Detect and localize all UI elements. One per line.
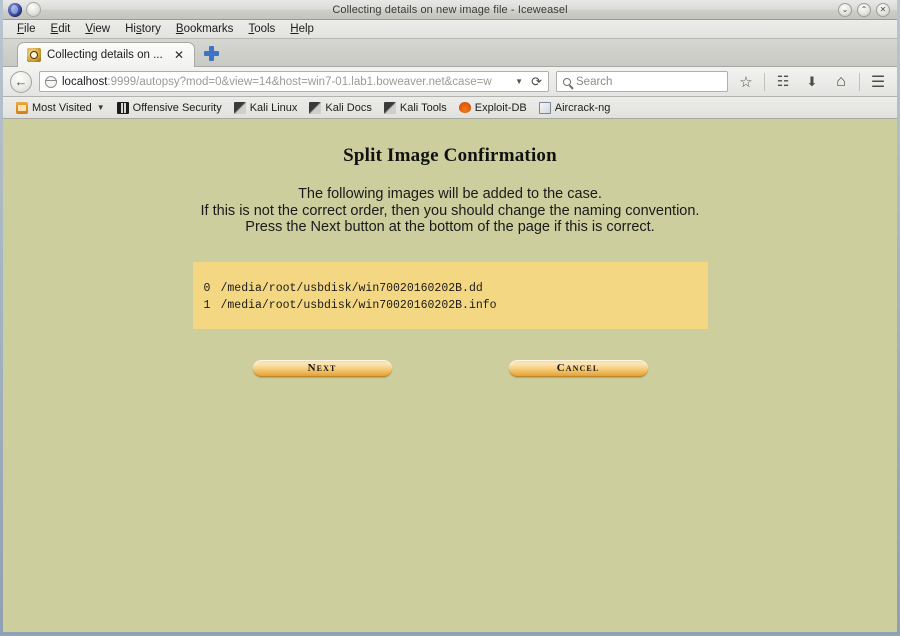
instructions-line-1: The following images will be added to th… bbox=[298, 186, 602, 202]
maximize-icon[interactable]: ⌃ bbox=[857, 2, 871, 17]
file-path: /media/root/usbdisk/win70020160202B.info bbox=[220, 298, 497, 312]
list-item: 0 /media/root/usbdisk/win70020160202B.dd bbox=[193, 281, 708, 298]
tab-close-icon[interactable]: ✕ bbox=[172, 49, 186, 61]
dragon-icon bbox=[116, 101, 129, 114]
menu-edit[interactable]: Edit bbox=[44, 22, 79, 36]
page-title: Split Image Confirmation bbox=[343, 145, 557, 166]
menu-file-key: F bbox=[17, 23, 25, 35]
bookmark-star-icon[interactable]: ☆ bbox=[735, 71, 757, 93]
search-input[interactable]: Search bbox=[576, 76, 612, 88]
window-title: Collecting details on new image file - I… bbox=[332, 3, 568, 16]
back-button[interactable]: ← bbox=[10, 70, 32, 93]
flame-icon bbox=[458, 102, 471, 113]
next-button[interactable]: Next bbox=[252, 359, 392, 377]
menu-bookmarks-key: B bbox=[175, 23, 184, 35]
bookmark-label: Aircrack-ng bbox=[554, 101, 611, 114]
file-index: 0 bbox=[203, 281, 211, 295]
bookmark-label: Offensive Security bbox=[132, 101, 222, 114]
instructions-line-3: Press the Next button at the bottom of t… bbox=[245, 219, 655, 235]
split-image-file-list: 0 /media/root/usbdisk/win70020160202B.dd… bbox=[192, 261, 708, 329]
file-path: /media/root/usbdisk/win70020160202B.dd bbox=[220, 281, 483, 295]
bookmark-label: Exploit-DB bbox=[474, 101, 527, 114]
chevron-down-icon[interactable]: ▼ bbox=[97, 103, 105, 112]
bookmark-aircrack-ng[interactable]: Aircrack-ng bbox=[534, 101, 616, 115]
navigation-toolbar: ← localhost:9999/autopsy?mod=0&view=14&h… bbox=[3, 67, 897, 97]
reload-icon[interactable]: ⟳ bbox=[529, 74, 544, 90]
menu-file[interactable]: File bbox=[10, 22, 44, 36]
autopsy-page: Split Image Confirmation The following i… bbox=[3, 119, 897, 377]
wrench-icon bbox=[383, 101, 396, 114]
bookmark-kali-linux[interactable]: Kali Linux bbox=[229, 101, 303, 115]
menu-help-post: elp bbox=[298, 23, 314, 35]
instructions-line-2: If this is not the correct order, then y… bbox=[200, 202, 700, 219]
minimize-icon[interactable]: ⌄ bbox=[838, 2, 852, 17]
page-viewport: Split Image Confirmation The following i… bbox=[3, 119, 897, 632]
search-icon bbox=[563, 77, 571, 86]
hamburger-menu-icon[interactable]: ☰ bbox=[867, 71, 889, 93]
tab-collecting-details[interactable]: Collecting details on ... ✕ bbox=[17, 42, 195, 67]
wrench-icon bbox=[233, 101, 246, 114]
menu-edit-post: dit bbox=[58, 23, 71, 35]
menu-history[interactable]: History bbox=[118, 22, 169, 36]
url-rest: :9999/autopsy?mod=0&view=14&host=win7-01… bbox=[107, 75, 492, 88]
menu-file-post: ile bbox=[24, 23, 36, 35]
bookmark-offensive-security[interactable]: Offensive Security bbox=[112, 101, 227, 115]
file-index: 1 bbox=[203, 298, 211, 312]
window-controls: ⌄ ⌃ ✕ bbox=[838, 2, 897, 17]
bookmark-label: Kali Docs bbox=[325, 101, 372, 114]
menu-help-key: H bbox=[290, 23, 299, 35]
bookmark-exploit-db[interactable]: Exploit-DB bbox=[454, 101, 532, 115]
library-icon[interactable]: ☷ bbox=[772, 71, 794, 93]
close-icon[interactable]: ✕ bbox=[876, 2, 890, 17]
browser-window: Collecting details on new image file - I… bbox=[0, 0, 900, 635]
bookmark-label: Kali Tools bbox=[399, 101, 447, 114]
site-info-icon[interactable] bbox=[44, 75, 57, 88]
new-tab-icon[interactable] bbox=[204, 46, 219, 61]
download-icon[interactable]: ⬇ bbox=[801, 71, 823, 93]
url-input[interactable]: localhost:9999/autopsy?mod=0&view=14&hos… bbox=[62, 76, 509, 88]
menu-view-key: V bbox=[85, 23, 93, 35]
menu-tools[interactable]: Tools bbox=[241, 22, 283, 36]
bookmark-kali-docs[interactable]: Kali Docs bbox=[304, 101, 376, 115]
bookmark-kali-tools[interactable]: Kali Tools bbox=[379, 101, 452, 115]
wrench-icon bbox=[309, 101, 322, 114]
menu-bar: File Edit View History Bookmarks Tools H… bbox=[3, 20, 897, 39]
menu-history-pre: Hi bbox=[125, 23, 136, 35]
home-icon[interactable]: ⌂ bbox=[830, 71, 852, 93]
page-icon bbox=[538, 101, 551, 114]
url-bar[interactable]: localhost:9999/autopsy?mod=0&view=14&hos… bbox=[39, 71, 549, 92]
toolbar-divider bbox=[764, 72, 765, 91]
search-box[interactable]: Search bbox=[556, 71, 728, 92]
menu-history-post: tory bbox=[141, 23, 161, 35]
iceweasel-globe-icon bbox=[8, 2, 22, 17]
menu-bookmarks[interactable]: Bookmarks bbox=[169, 22, 242, 36]
tab-strip: Collecting details on ... ✕ bbox=[3, 39, 897, 67]
bookmark-label: Most Visited bbox=[32, 101, 92, 114]
menu-view-post: iew bbox=[92, 23, 111, 35]
window-frame-bottom bbox=[3, 632, 897, 636]
cancel-button[interactable]: Cancel bbox=[508, 359, 648, 377]
url-host: localhost bbox=[62, 75, 108, 88]
menu-help[interactable]: Help bbox=[283, 22, 322, 36]
chevron-down-icon[interactable]: ▼ bbox=[514, 77, 524, 86]
bookmark-most-visited[interactable]: Most Visited ▼ bbox=[11, 101, 110, 115]
toolbar-divider-2 bbox=[859, 72, 860, 91]
list-item: 1 /media/root/usbdisk/win70020160202B.in… bbox=[193, 298, 708, 315]
menu-tools-post: ools bbox=[254, 23, 276, 35]
title-bar-left-icons bbox=[3, 2, 41, 17]
bookmarks-bar: Most Visited ▼ Offensive Security Kali L… bbox=[3, 97, 897, 119]
window-menu-button[interactable] bbox=[26, 2, 41, 17]
autopsy-favicon-icon bbox=[27, 48, 41, 62]
menu-view[interactable]: View bbox=[78, 22, 118, 36]
folder-icon bbox=[16, 101, 28, 114]
action-buttons: Next Cancel bbox=[3, 359, 897, 377]
bookmark-label: Kali Linux bbox=[249, 101, 298, 114]
title-bar: Collecting details on new image file - I… bbox=[3, 0, 897, 20]
tab-label: Collecting details on ... bbox=[47, 49, 163, 61]
menu-bookmarks-post: ookmarks bbox=[183, 23, 234, 35]
